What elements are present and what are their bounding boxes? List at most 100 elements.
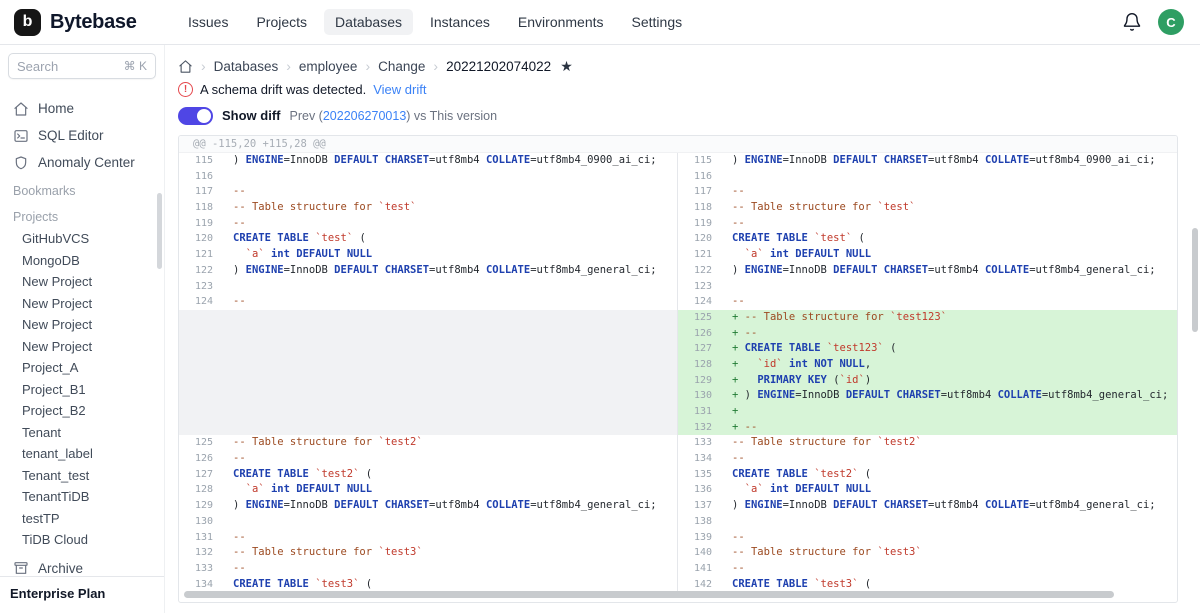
code-line <box>225 326 233 342</box>
line-number: 117 <box>678 184 724 200</box>
sidebar-scrollbar-thumb[interactable] <box>157 193 162 269</box>
version-suffix: ) vs This version <box>406 109 497 123</box>
line-number: 116 <box>678 169 724 185</box>
breadcrumb-separator: › <box>365 58 370 74</box>
diff-row: 121 `a` int DEFAULT NULL121 `a` int DEFA… <box>179 247 1177 263</box>
line-number: 121 <box>678 247 724 263</box>
code-line: -- <box>724 530 745 546</box>
sidebar-project-new-project[interactable]: New Project <box>8 336 156 358</box>
search-placeholder: Search <box>17 59 58 74</box>
toggle-knob <box>197 109 211 123</box>
diff-right-cell: 134-- <box>678 451 1177 467</box>
diff-right-cell: 128+ `id` int NOT NULL, <box>678 357 1177 373</box>
diff-right-cell: 131+ <box>678 404 1177 420</box>
breadcrumb-change[interactable]: Change <box>378 59 425 74</box>
sidebar-item-anomaly-center[interactable]: Anomaly Center <box>8 149 156 176</box>
sidebar-project-new-project[interactable]: New Project <box>8 271 156 293</box>
nav-item-databases[interactable]: Databases <box>324 9 413 35</box>
code-line <box>225 514 233 530</box>
code-line <box>225 279 233 295</box>
line-number: 118 <box>179 200 225 216</box>
code-line: -- <box>724 451 745 467</box>
sidebar-project-project-b2[interactable]: Project_B2 <box>8 400 156 422</box>
view-drift-link[interactable]: View drift <box>373 82 426 97</box>
diff-row: 132+ -- <box>179 420 1177 436</box>
breadcrumb-databases[interactable]: Databases <box>214 59 279 74</box>
diff-row: 119--119-- <box>179 216 1177 232</box>
sidebar-nav: Home SQL Editor Anomaly Center Bookmarks… <box>8 95 156 582</box>
code-line <box>225 404 233 420</box>
diff-left-cell <box>179 404 678 420</box>
diff-left-cell: 125-- Table structure for `test2` <box>179 435 678 451</box>
code-line: -- Table structure for `test3` <box>724 545 922 561</box>
sidebar-project-new-project[interactable]: New Project <box>8 293 156 315</box>
sidebar-project-mongodb[interactable]: MongoDB <box>8 250 156 272</box>
sidebar-project-tenanttidb[interactable]: TenantTiDB <box>8 486 156 508</box>
sidebar-project-project-a[interactable]: Project_A <box>8 357 156 379</box>
sidebar-project-tenant-label[interactable]: tenant_label <box>8 443 156 465</box>
diff-right-cell: 133-- Table structure for `test2` <box>678 435 1177 451</box>
nav-item-projects[interactable]: Projects <box>245 9 318 35</box>
sidebar-project-tenant[interactable]: Tenant <box>8 422 156 444</box>
line-number: 127 <box>678 341 724 357</box>
code-line <box>225 373 233 389</box>
bookmark-star-icon[interactable]: ★ <box>560 58 573 75</box>
line-number: 118 <box>678 200 724 216</box>
nav-item-issues[interactable]: Issues <box>177 9 239 35</box>
sidebar-project-project-b1[interactable]: Project_B1 <box>8 379 156 401</box>
sidebar-project-new-project[interactable]: New Project <box>8 314 156 336</box>
line-number: 123 <box>179 279 225 295</box>
logo[interactable]: b Bytebase <box>14 9 165 36</box>
nav-item-settings[interactable]: Settings <box>621 9 694 35</box>
sidebar-project-githubvcs[interactable]: GitHubVCS <box>8 228 156 250</box>
prev-version-link[interactable]: 202206270013 <box>323 109 406 123</box>
diff-right-cell: 118-- Table structure for `test` <box>678 200 1177 216</box>
line-number: 119 <box>678 216 724 232</box>
sidebar-item-label: Anomaly Center <box>38 155 135 170</box>
user-avatar[interactable]: C <box>1158 9 1184 35</box>
line-number: 141 <box>678 561 724 577</box>
line-number: 133 <box>678 435 724 451</box>
code-line <box>724 514 732 530</box>
nav-item-instances[interactable]: Instances <box>419 9 501 35</box>
sidebar-project-tidb-cloud[interactable]: TiDB Cloud <box>8 529 156 551</box>
diff-toolbar: Show diff Prev (202206270013) vs This ve… <box>178 106 1178 125</box>
diff-row: 117--117-- <box>179 184 1177 200</box>
diff-row: 125-- Table structure for `test2`133-- T… <box>179 435 1177 451</box>
line-number: 133 <box>179 561 225 577</box>
sidebar-project-tenant-test[interactable]: Tenant_test <box>8 465 156 487</box>
schema-diff-panel: @@ -115,20 +115,28 @@ 115) ENGINE=InnoDB… <box>178 135 1178 603</box>
diff-left-cell: 115) ENGINE=InnoDB DEFAULT CHARSET=utf8m… <box>179 153 678 169</box>
nav-item-environments[interactable]: Environments <box>507 9 615 35</box>
hunk-header: @@ -115,20 +115,28 @@ <box>179 136 1177 153</box>
breadcrumb-home-icon[interactable] <box>178 59 193 74</box>
page-scrollbar-thumb[interactable] <box>1192 228 1198 332</box>
line-number: 132 <box>179 545 225 561</box>
sidebar-project-testtp[interactable]: testTP <box>8 508 156 530</box>
breadcrumb-employee[interactable]: employee <box>299 59 358 74</box>
sidebar-item-sql-editor[interactable]: SQL Editor <box>8 122 156 149</box>
sidebar-item-home[interactable]: Home <box>8 95 156 122</box>
brand-name: Bytebase <box>50 11 137 34</box>
breadcrumb: › Databases › employee › Change › 202212… <box>178 57 1178 75</box>
code-line <box>724 169 732 185</box>
code-line <box>225 388 233 404</box>
code-line: + -- <box>724 326 757 342</box>
code-line <box>225 341 233 357</box>
line-number: 134 <box>179 577 225 593</box>
line-number: 128 <box>678 357 724 373</box>
code-line: CREATE TABLE `test3` ( <box>724 577 871 593</box>
horizontal-scrollbar-thumb[interactable] <box>184 591 1114 598</box>
breadcrumb-version[interactable]: 20221202074022 <box>446 59 551 74</box>
line-number: 126 <box>678 326 724 342</box>
code-line <box>225 169 233 185</box>
show-diff-toggle[interactable] <box>178 107 213 125</box>
shield-icon <box>13 155 29 171</box>
plan-badge: Enterprise Plan <box>0 576 164 613</box>
line-number: 129 <box>179 498 225 514</box>
line-number: 125 <box>179 435 225 451</box>
diff-left-cell <box>179 341 678 357</box>
search-input[interactable]: Search ⌘ K <box>8 53 156 79</box>
notifications-bell-icon[interactable] <box>1122 12 1142 32</box>
diff-right-cell: 124-- <box>678 294 1177 310</box>
